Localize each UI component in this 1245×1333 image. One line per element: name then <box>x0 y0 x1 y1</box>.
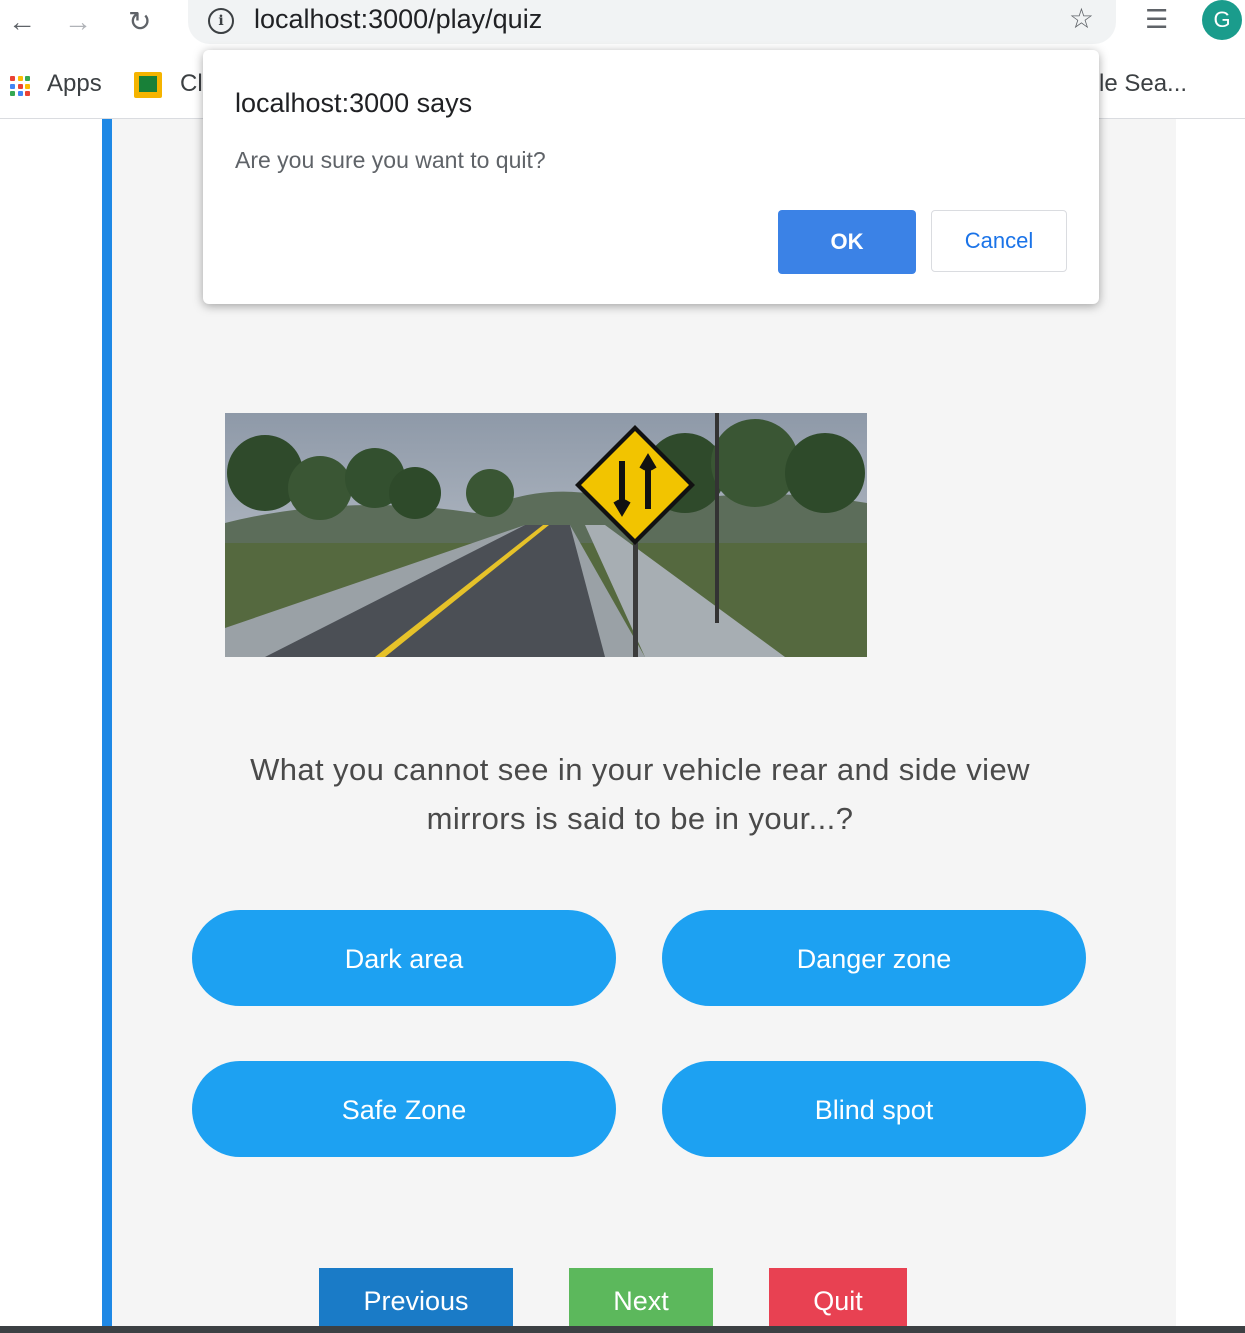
question-image <box>225 413 867 657</box>
avatar[interactable]: G <box>1202 0 1242 40</box>
option-safe-zone[interactable]: Safe Zone <box>192 1061 616 1157</box>
previous-button[interactable]: Previous <box>319 1268 513 1333</box>
star-icon[interactable]: ☆ <box>1069 2 1094 35</box>
alert-dialog: localhost:3000 says Are you sure you wan… <box>203 50 1099 304</box>
apps-grid-icon[interactable] <box>10 76 30 96</box>
bookmark-classroom[interactable]: Cl <box>180 70 203 98</box>
dialog-message: Are you sure you want to quit? <box>235 147 546 173</box>
address-bar[interactable]: i localhost:3000/play/quiz ☆ <box>188 0 1116 44</box>
question-text: What you cannot see in your vehicle rear… <box>250 752 1030 836</box>
bookmark-search[interactable]: le Sea... <box>1099 70 1187 98</box>
reload-icon[interactable]: ↻ <box>128 2 151 42</box>
dialog-title: localhost:3000 says <box>235 88 473 118</box>
option-danger-zone[interactable]: Danger zone <box>662 910 1086 1006</box>
classroom-icon[interactable] <box>134 72 162 98</box>
option-dark-area[interactable]: Dark area <box>192 910 616 1006</box>
option-blind-spot[interactable]: Blind spot <box>662 1061 1086 1157</box>
cancel-button[interactable]: Cancel <box>931 210 1067 272</box>
road-sign-image <box>225 413 867 657</box>
info-icon[interactable]: i <box>208 8 234 34</box>
next-button[interactable]: Next <box>569 1268 713 1333</box>
bookmark-apps[interactable]: Apps <box>47 70 102 98</box>
quit-button[interactable]: Quit <box>769 1268 907 1333</box>
media-control-icon[interactable]: ☰ <box>1145 4 1168 35</box>
back-icon[interactable]: ← <box>8 2 36 42</box>
bottom-scrollbar[interactable] <box>0 1326 1245 1333</box>
url-text: localhost:3000/play/quiz <box>254 4 543 34</box>
ok-button[interactable]: OK <box>778 210 916 274</box>
forward-icon[interactable]: → <box>64 2 92 42</box>
